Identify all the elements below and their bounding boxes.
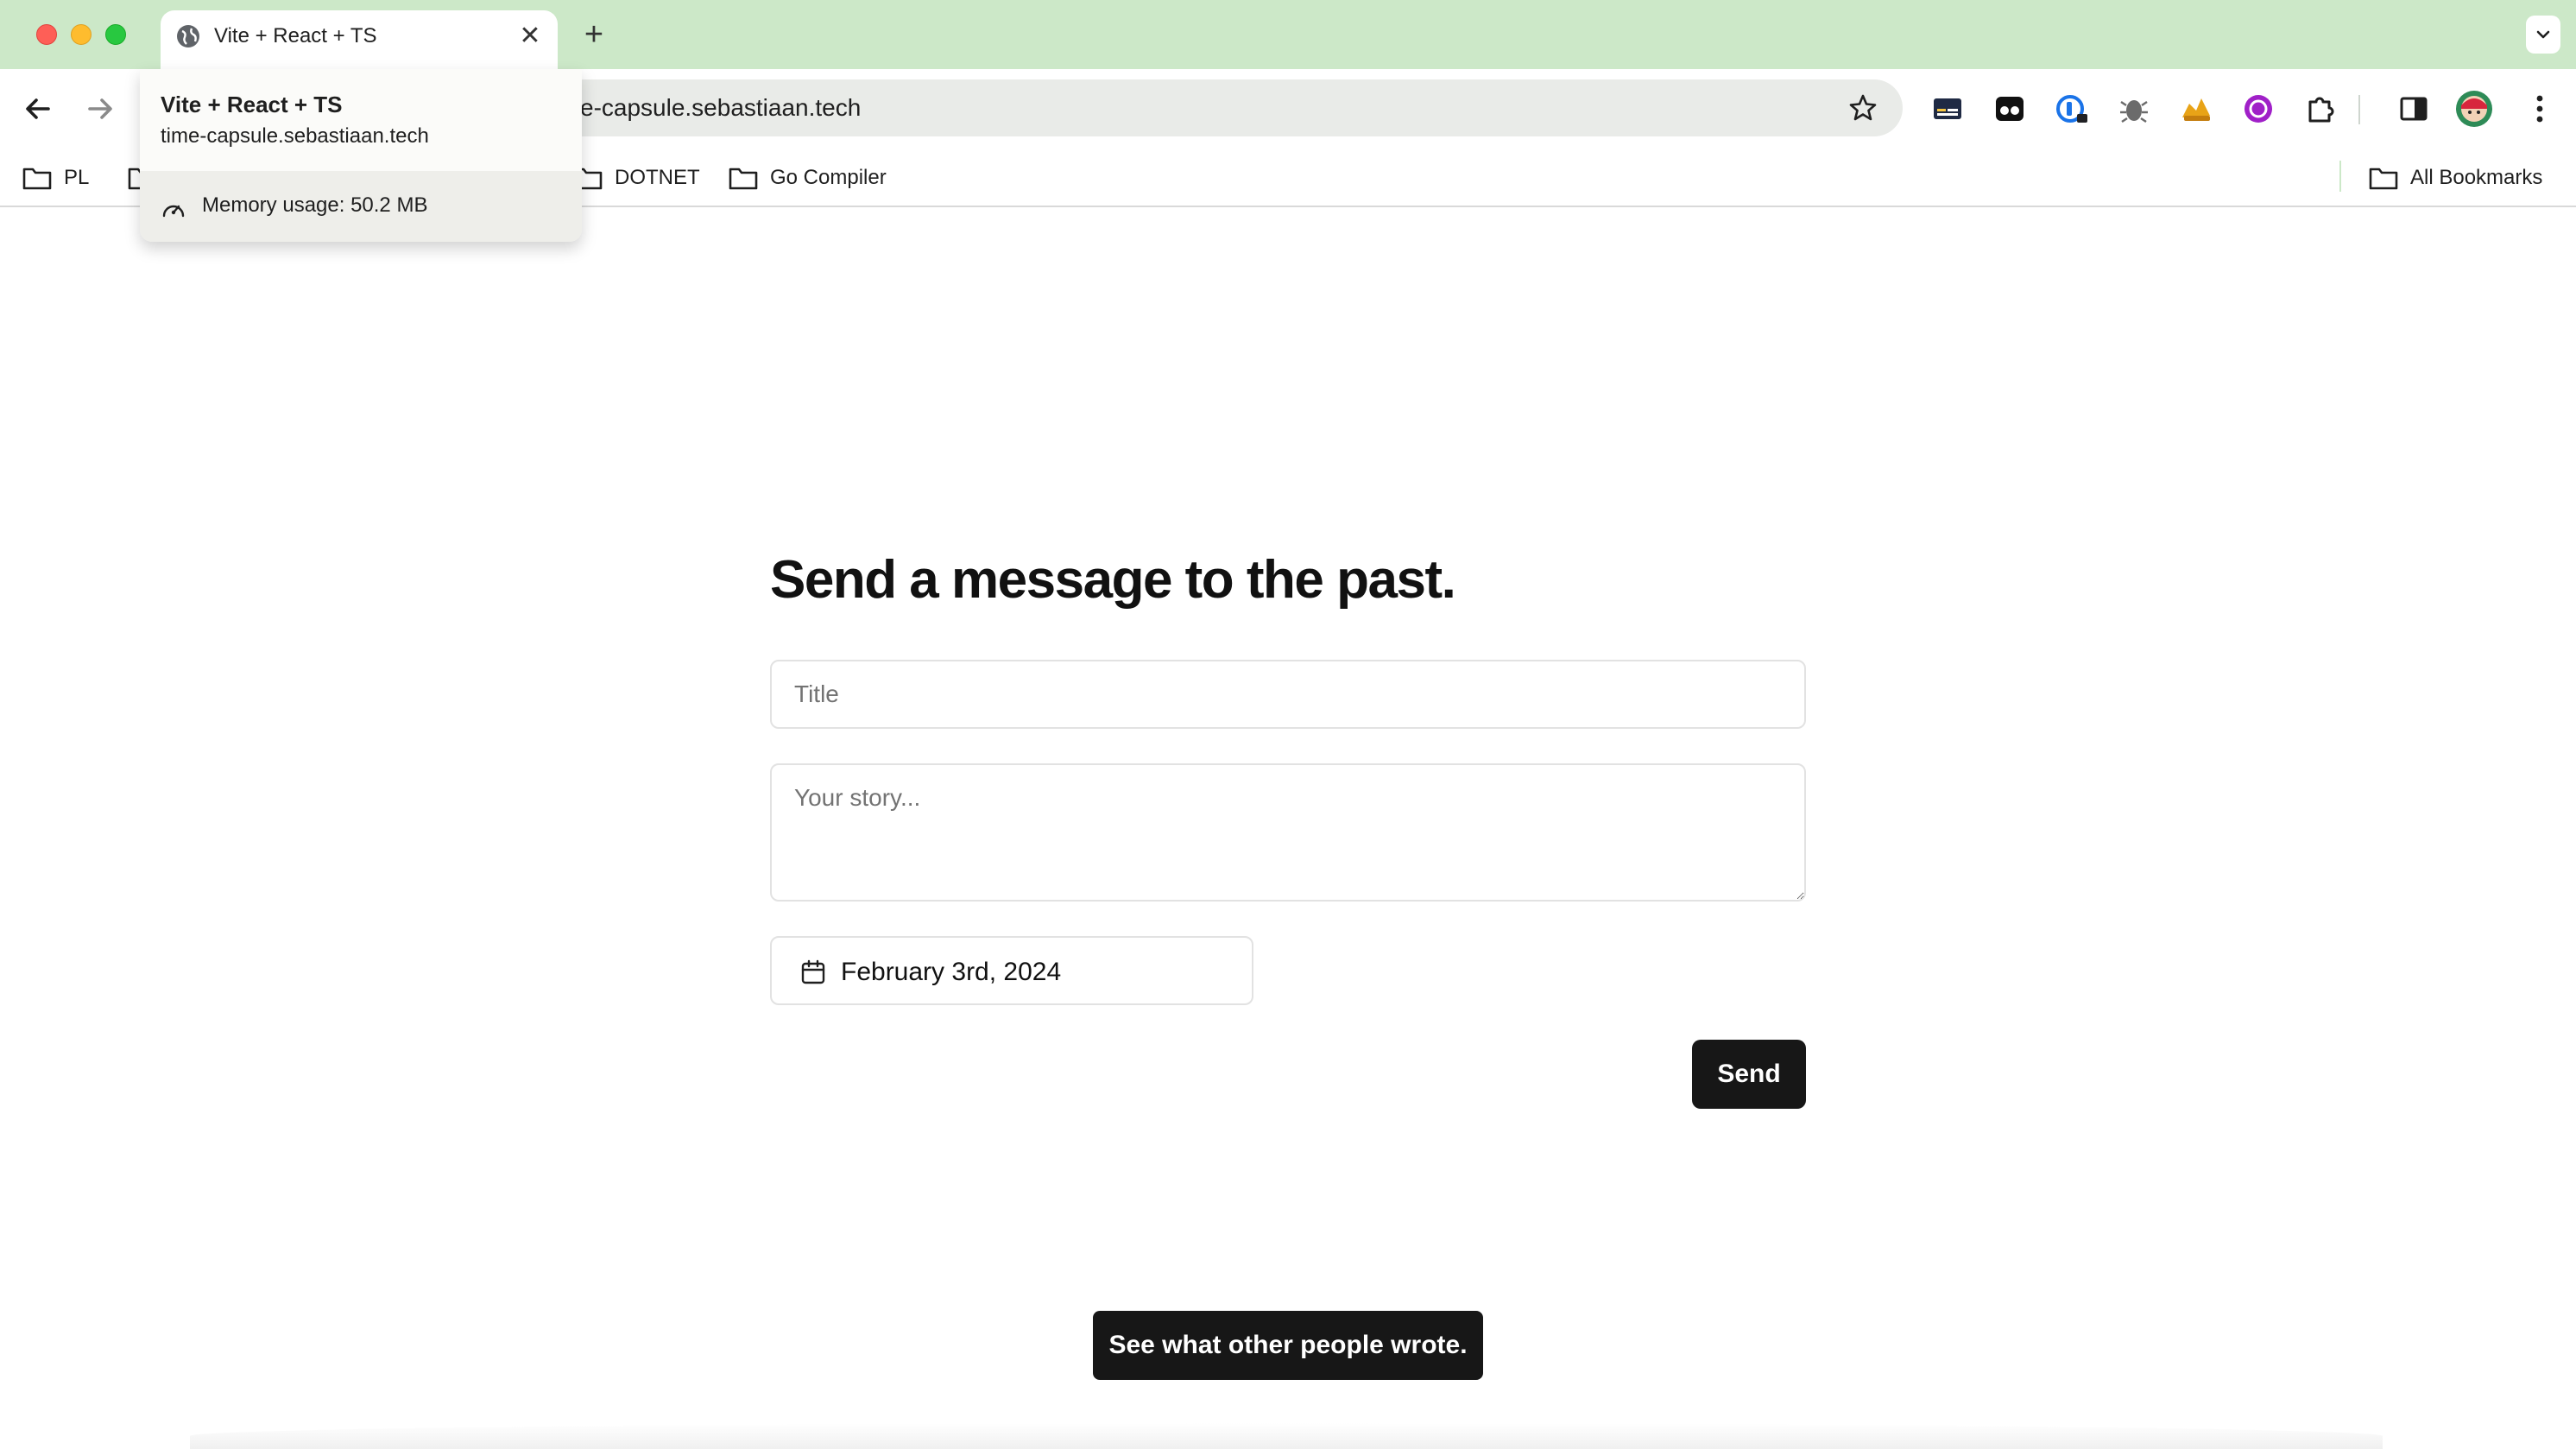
- folder-icon: [22, 168, 52, 190]
- tab-strip: Vite + React + TS ✕ +: [0, 0, 2576, 71]
- arrow-right-icon: [88, 98, 112, 119]
- chevron-down-icon: [2536, 30, 2550, 39]
- tribe-icon[interactable]: [1992, 92, 2027, 126]
- date-value: February 3rd, 2024: [841, 958, 1062, 986]
- new-tab-button[interactable]: +: [577, 16, 611, 54]
- window-maximize-button[interactable]: [105, 24, 126, 45]
- folder-icon: [2369, 168, 2398, 190]
- tab-close-icon[interactable]: ✕: [513, 19, 547, 54]
- bookmark-label: DOTNET: [615, 166, 700, 189]
- title-input[interactable]: [770, 660, 1806, 729]
- page-title: Send a message to the past.: [770, 550, 1456, 610]
- puzzle-icon[interactable]: [2303, 92, 2338, 126]
- side-panel-icon[interactable]: [2396, 92, 2431, 126]
- globe-icon: [174, 22, 202, 50]
- bookmark-label: PL: [64, 166, 90, 189]
- hover-card-domain: time-capsule.sebastiaan.tech: [161, 124, 429, 148]
- back-button[interactable]: [17, 88, 59, 130]
- tab-active[interactable]: Vite + React + TS ✕: [161, 10, 558, 71]
- profile-avatar[interactable]: [2455, 90, 2493, 128]
- tab-hover-card: Vite + React + TS time-capsule.sebastiaa…: [140, 69, 582, 242]
- arrow-left-icon: [26, 98, 50, 119]
- memory-usage-text: Memory usage: 50.2 MB: [202, 193, 428, 217]
- bookmark-star-icon[interactable]: [1847, 92, 1878, 123]
- date-picker-button[interactable]: February 3rd, 2024: [770, 936, 1253, 1005]
- bookmark-folder-dotnet[interactable]: DOTNET: [573, 161, 700, 195]
- window-minimize-button[interactable]: [71, 24, 92, 45]
- password-manager-icon[interactable]: [2055, 92, 2089, 126]
- bookmark-label: Go Compiler: [770, 166, 887, 189]
- bug-icon[interactable]: [2117, 92, 2151, 126]
- bookmark-folder-pl[interactable]: PL: [22, 161, 89, 195]
- forward-button[interactable]: [79, 88, 121, 130]
- tab-search-button[interactable]: [2526, 16, 2560, 54]
- captions-icon[interactable]: [1930, 92, 1965, 126]
- see-others-button[interactable]: See what other people wrote.: [1093, 1311, 1483, 1380]
- all-bookmarks-label: All Bookmarks: [2410, 166, 2543, 189]
- hover-card-title: Vite + React + TS: [161, 92, 343, 117]
- hover-card-header: Vite + React + TS time-capsule.sebastiaa…: [140, 69, 582, 171]
- window-close-button[interactable]: [36, 24, 57, 45]
- page-content: Send a message to the past. February 3rd…: [0, 207, 2576, 1449]
- hover-card-footer: Memory usage: 50.2 MB: [140, 171, 582, 242]
- bookmarks-divider: [2339, 161, 2341, 192]
- send-button[interactable]: Send: [1692, 1040, 1806, 1109]
- story-textarea[interactable]: [770, 763, 1806, 902]
- folder-icon: [729, 168, 758, 190]
- more-menu-icon[interactable]: [2522, 90, 2557, 128]
- all-bookmarks-button[interactable]: All Bookmarks: [2369, 161, 2542, 195]
- toolbar-divider: [2358, 95, 2360, 124]
- bottom-fade: [190, 1423, 2383, 1449]
- bookmark-folder-go-compiler[interactable]: Go Compiler: [729, 161, 887, 195]
- gauge-icon: [161, 197, 186, 223]
- tab-title: Vite + React + TS: [214, 24, 377, 47]
- calendar-icon: [801, 959, 825, 984]
- purple-circle-icon[interactable]: [2241, 92, 2276, 126]
- fox-icon[interactable]: [2179, 92, 2213, 126]
- url-text[interactable]: e-capsule.sebastiaan.tech: [580, 93, 861, 123]
